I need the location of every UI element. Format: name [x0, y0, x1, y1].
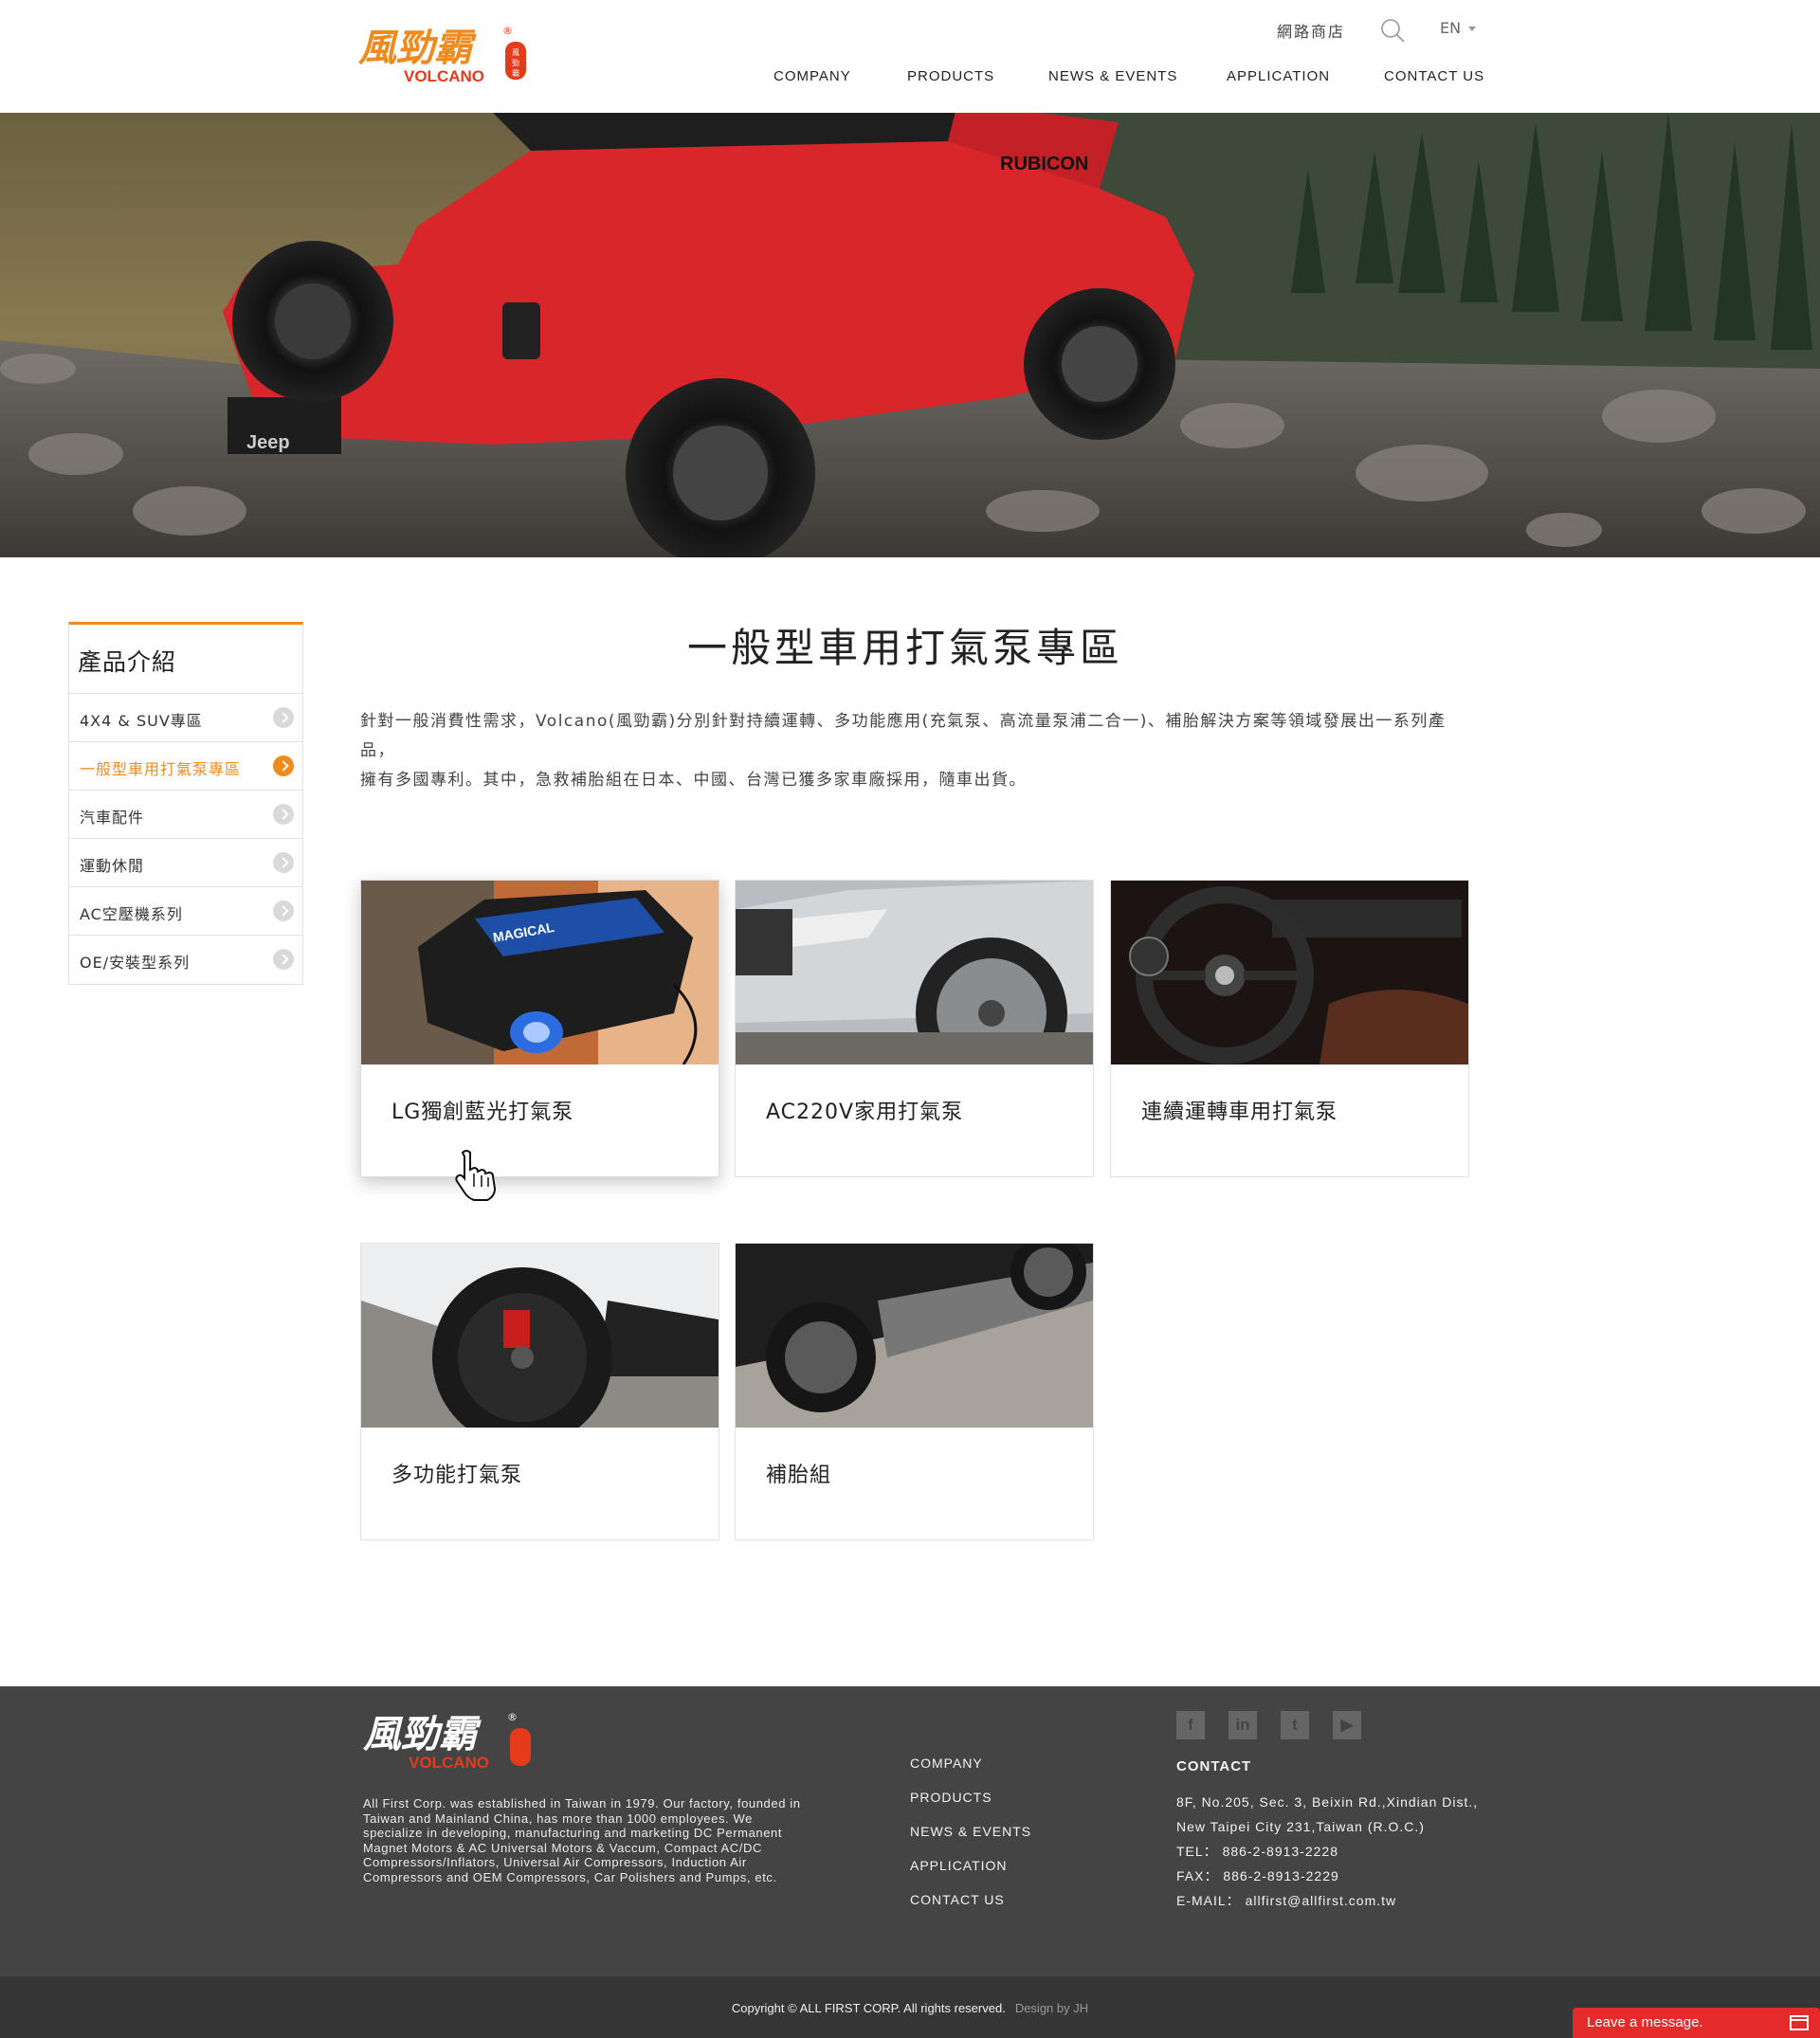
- site-footer: 風勁霸 VOLCANO ® All First Corp. was establ…: [0, 1686, 1820, 1976]
- svg-text:VOLCANO: VOLCANO: [409, 1754, 489, 1772]
- language-selector[interactable]: EN: [1440, 19, 1477, 37]
- product-card-lg-blue-light[interactable]: MAGICAL LG獨創藍光打氣泵: [360, 880, 719, 1177]
- linkedin-icon[interactable]: in: [1228, 1711, 1257, 1739]
- product-card-multifunction[interactable]: 多功能打氣泵: [360, 1243, 719, 1540]
- copyright: Copyright © ALL FIRST CORP. All rights r…: [731, 2001, 1006, 2015]
- chevron-down-icon: [1468, 27, 1477, 31]
- sidebar-item-ac-compressor[interactable]: AC空壓機系列: [69, 887, 302, 936]
- youtube-icon[interactable]: ▶: [1333, 1711, 1361, 1739]
- sidebar-item-label: 汽車配件: [80, 809, 145, 827]
- main-nav: COMPANY PRODUCTS NEWS & EVENTS APPLICATI…: [0, 68, 1820, 91]
- nav-application[interactable]: APPLICATION: [1227, 68, 1330, 84]
- sidebar-title: 產品介紹: [69, 625, 302, 694]
- sidebar-item-sports-leisure[interactable]: 運動休閒: [69, 839, 302, 887]
- copyright-bar: Copyright © ALL FIRST CORP. All rights r…: [0, 1976, 1820, 2038]
- company-description: All First Corp. was established in Taiwa…: [363, 1796, 801, 1884]
- address-line-2: New Taipei City 231,Taiwan (R.O.C.): [1176, 1819, 1425, 1834]
- svg-text:風勁霸: 風勁霸: [363, 1712, 482, 1756]
- email[interactable]: E-MAIL： allfirst@allfirst.com.tw: [1176, 1888, 1478, 1913]
- contact-heading: CONTACT: [1176, 1758, 1252, 1774]
- chevron-right-icon: [273, 949, 294, 970]
- footer-contact: CONTACT 8F, No.205, Sec. 3, Beixin Rd.,X…: [1176, 1758, 1478, 1913]
- intro-text: 針對一般消費性需求，Volcano(風勁霸)分別針對持續運轉、多功能應用(充氣泵…: [360, 707, 1469, 795]
- product-card-label: 多功能打氣泵: [391, 1464, 523, 1487]
- chevron-right-icon: [273, 804, 294, 825]
- footer-nav-products[interactable]: PRODUCTS: [910, 1789, 1031, 1823]
- hero-jeep-image: Jeep RUBICON: [0, 113, 1820, 557]
- address-line-1: 8F, No.205, Sec. 3, Beixin Rd.,Xindian D…: [1176, 1794, 1479, 1810]
- tel: TEL： 886-2-8913-2228: [1176, 1844, 1338, 1859]
- product-card-label: LG獨創藍光打氣泵: [391, 1101, 574, 1124]
- design-credit[interactable]: Design by JH: [1015, 2001, 1088, 2015]
- hero-banner: Jeep RUBICON: [0, 113, 1820, 557]
- chat-label: Leave a message.: [1587, 2014, 1703, 2030]
- sidebar-item-4x4-suv[interactable]: 4X4 & SUV專區: [69, 694, 302, 742]
- svg-text:Jeep: Jeep: [246, 432, 290, 453]
- product-thumbnail: [361, 1244, 719, 1428]
- sidebar-item-general-pump[interactable]: 一般型車用打氣泵專區: [69, 742, 302, 791]
- leave-message-chat[interactable]: Leave a message.: [1573, 2008, 1820, 2038]
- twitter-icon[interactable]: t: [1281, 1711, 1309, 1739]
- intro-line-2: 擁有多國專利。其中，急救補胎組在日本、中國、台灣已獲多家車廠採用，隨車出貨。: [360, 771, 1027, 790]
- footer-nav-contact-us[interactable]: CONTACT US: [910, 1891, 1031, 1925]
- product-card-tire-repair[interactable]: 補胎組: [735, 1243, 1094, 1540]
- sidebar-item-label: AC空壓機系列: [80, 905, 183, 923]
- svg-text:風: 風: [512, 48, 519, 57]
- sidebar-item-oe-install[interactable]: OE/安裝型系列: [69, 936, 302, 984]
- product-card-label: AC220V家用打氣泵: [766, 1101, 964, 1124]
- sidebar-item-car-accessories[interactable]: 汽車配件: [69, 791, 302, 839]
- page-title: 一般型車用打氣泵專區: [686, 625, 1123, 671]
- nav-contact-us[interactable]: CONTACT US: [1384, 68, 1484, 84]
- nav-products[interactable]: PRODUCTS: [907, 68, 994, 84]
- product-thumbnail: [736, 881, 1093, 1064]
- social-links: f in t ▶: [1176, 1711, 1385, 1739]
- footer-logo[interactable]: 風勁霸 VOLCANO ®: [362, 1707, 534, 1774]
- fax: FAX： 886-2-8913-2229: [1176, 1868, 1339, 1883]
- site-header: 風勁霸 VOLCANO 風 勁 霸 ® 網路商店 EN COMPANY PROD…: [0, 0, 1820, 113]
- sidebar-item-label: 運動休閒: [80, 857, 145, 875]
- svg-text:勁: 勁: [512, 59, 519, 67]
- footer-nav-news-events[interactable]: NEWS & EVENTS: [910, 1823, 1031, 1857]
- product-card-continuous[interactable]: 連續運轉車用打氣泵: [1110, 880, 1469, 1177]
- chevron-right-icon: [273, 852, 294, 873]
- product-card-label: 補胎組: [766, 1464, 832, 1487]
- svg-text:RUBICON: RUBICON: [1000, 154, 1088, 174]
- product-thumbnail: MAGICAL: [361, 881, 719, 1064]
- copyright-text: Copyright © ALL FIRST CORP. All rights r…: [0, 2001, 1820, 2015]
- product-sidebar: 產品介紹 4X4 & SUV專區 一般型車用打氣泵專區 汽車配件 運動休閒 AC…: [68, 622, 303, 985]
- intro-line-1: 針對一般消費性需求，Volcano(風勁霸)分別針對持續運轉、多功能應用(充氣泵…: [360, 712, 1447, 760]
- svg-text:®: ®: [507, 1711, 518, 1723]
- language-label: EN: [1440, 19, 1462, 37]
- footer-nav-company[interactable]: COMPANY: [910, 1755, 1031, 1789]
- nav-news-events[interactable]: NEWS & EVENTS: [1048, 68, 1177, 84]
- search-icon[interactable]: [1379, 17, 1406, 44]
- sidebar-item-label: 4X4 & SUV專區: [80, 712, 203, 730]
- chevron-right-icon: [273, 901, 294, 921]
- product-card-label: 連續運轉車用打氣泵: [1141, 1101, 1338, 1124]
- online-shop-link[interactable]: 網路商店: [1277, 19, 1345, 42]
- sidebar-item-label: OE/安裝型系列: [80, 954, 191, 972]
- facebook-icon[interactable]: f: [1176, 1711, 1205, 1739]
- chevron-right-icon: [273, 755, 294, 776]
- product-thumbnail: [1111, 881, 1468, 1064]
- footer-nav-application[interactable]: APPLICATION: [910, 1857, 1031, 1891]
- chevron-right-icon: [273, 707, 294, 728]
- hand-cursor-icon: [453, 1149, 502, 1202]
- sidebar-item-label: 一般型車用打氣泵專區: [80, 760, 242, 778]
- footer-nav: COMPANY PRODUCTS NEWS & EVENTS APPLICATI…: [910, 1755, 1031, 1925]
- nav-company[interactable]: COMPANY: [774, 68, 851, 84]
- product-card-ac220v[interactable]: AC220V家用打氣泵: [735, 880, 1094, 1177]
- product-thumbnail: [736, 1244, 1093, 1428]
- chat-window-icon: [1790, 2015, 1809, 2030]
